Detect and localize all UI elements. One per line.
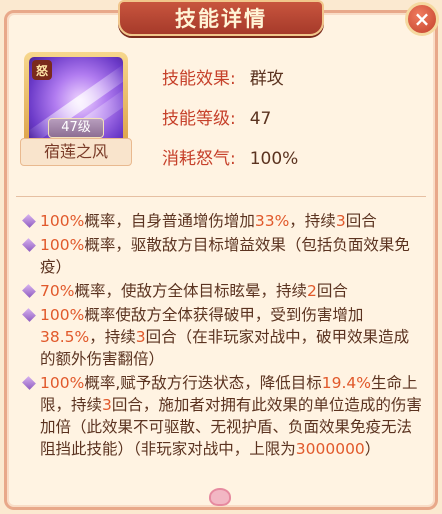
skill-name: 宿莲之风 (20, 138, 132, 166)
effect-text: 100%概率，自身普通增伤增加33%，持续3回合 (40, 212, 377, 230)
page-title: 技能详情 (175, 7, 267, 31)
effect-item: 100%概率,赋予敌方行迭状态，降低目标19.4%生命上限，持续3回合，施加者对… (22, 372, 422, 460)
effect-text: 100%概率，驱散敌方目标增益效果（包括负面效果免疫） (40, 236, 410, 276)
skill-level-badge: 47级 (48, 118, 104, 138)
skill-level-row: 技能等级: 47 (162, 104, 271, 129)
skill-effect-value: 群攻 (249, 69, 284, 89)
diamond-bullet-icon (22, 214, 36, 228)
close-button[interactable]: × (405, 2, 439, 36)
diamond-bullet-icon (22, 238, 36, 252)
diamond-bullet-icon (22, 284, 36, 298)
diamond-bullet-icon (22, 376, 36, 390)
effect-item: 100%概率，驱散敌方目标增益效果（包括负面效果免疫） (22, 234, 422, 278)
effect-text: 100%概率,赋予敌方行迭状态，降低目标19.4%生命上限，持续3回合，施加者对… (40, 374, 422, 458)
title-banner: 技能详情 (118, 0, 324, 36)
scroll-indicator[interactable] (200, 486, 240, 508)
rage-cost-row: 消耗怒气: 100% (162, 144, 298, 169)
effect-text: 100%概率使敌方全体获得破甲，受到伤害增加38.5%，持续3回合（在非玩家对战… (40, 306, 410, 368)
skill-effect-row: 技能效果: 群攻 (162, 64, 284, 89)
rage-cost-label: 消耗怒气: (162, 149, 236, 169)
effect-item: 100%概率使敌方全体获得破甲，受到伤害增加38.5%，持续3回合（在非玩家对战… (22, 304, 422, 370)
skill-level-value: 47 (249, 109, 272, 129)
effect-item: 100%概率，自身普通增伤增加33%，持续3回合 (22, 210, 422, 232)
close-icon: × (413, 7, 431, 31)
skill-level-label: 技能等级: (162, 109, 236, 129)
effect-item: 70%概率，使敌方全体目标眩晕，持续2回合 (22, 280, 422, 302)
effect-list: 100%概率，自身普通增伤增加33%，持续3回合 100%概率，驱散敌方目标增益效… (22, 210, 422, 462)
rage-badge: 怒 (32, 60, 52, 80)
rage-cost-value: 100% (249, 149, 299, 169)
divider (16, 196, 426, 197)
effect-text: 70%概率，使敌方全体目标眩晕，持续2回合 (40, 282, 348, 300)
skill-effect-label: 技能效果: (162, 69, 236, 89)
diamond-bullet-icon (22, 308, 36, 322)
heart-icon (211, 490, 229, 504)
